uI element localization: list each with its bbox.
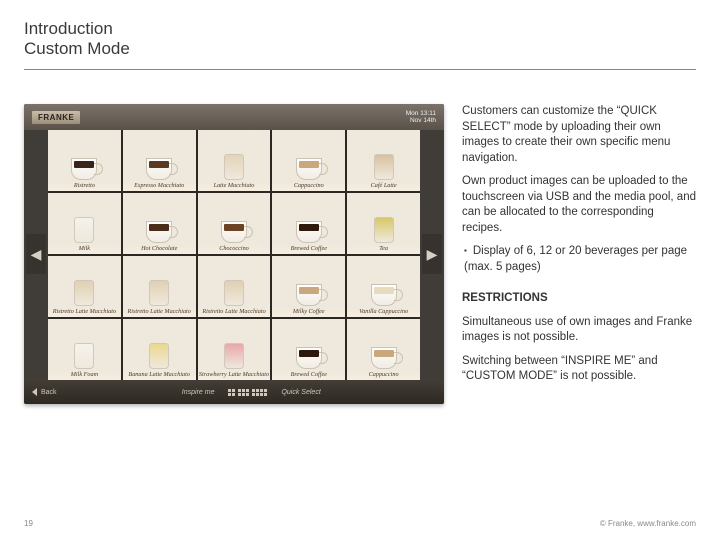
beverage-cell[interactable]: Ristretto Latte Macchiato [48,256,121,317]
glass-icon [74,280,94,306]
glass-icon [149,343,169,369]
brand-badge: FRANKE [32,111,80,124]
beverage-label: Brewed Coffee [272,245,345,255]
glass-icon [74,217,94,243]
chevron-right-icon[interactable]: ▶ [422,234,442,274]
beverage-cell[interactable]: Espresso Macchiato [123,130,196,191]
beverage-label: Milk Foam [48,371,121,381]
beverage-label: Milk [48,245,121,255]
beverage-cell[interactable]: Ristretto Latte Macchiato [198,256,271,317]
beverage-grid: RistrettoEspresso MacchiatoLatte Macchia… [48,130,420,380]
cup-icon [371,284,397,306]
beverage-cell[interactable]: Chococcino [198,193,271,254]
glass-icon [374,154,394,180]
beverage-cell[interactable]: Milk [48,193,121,254]
cup-icon [296,221,322,243]
back-label: Back [41,389,57,396]
title-divider [24,69,696,70]
beverage-cell[interactable]: Tea [347,193,420,254]
beverage-label: Ristretto Latte Macchiato [48,308,121,318]
beverage-cell[interactable]: Ristretto [48,130,121,191]
beverage-cell[interactable]: Milky Coffee [272,256,345,317]
clock-date: Nov 14th [406,117,436,124]
beverage-cell[interactable]: Café Latte [347,130,420,191]
cup-icon [296,158,322,180]
clock: Mon 13:11 Nov 14th [406,110,436,124]
beverage-cell[interactable]: Banana Latte Macchiato [123,319,196,380]
beverage-cell[interactable]: Cappuccino [272,130,345,191]
beverage-cell[interactable]: Strawberry Latte Macchiato [198,319,271,380]
glass-icon [74,343,94,369]
beverage-label: Brewed Coffee [272,371,345,381]
copy-p1: Customers can customize the “QUICK SELEC… [462,104,696,166]
restriction-2: Switching between “INSPIRE ME” and “CUST… [462,354,696,385]
beverage-label: Ristretto Latte Macchiato [123,308,196,318]
beverage-cell[interactable]: Cappuccino [347,319,420,380]
beverage-label: Milky Coffee [272,308,345,318]
restriction-1: Simultaneous use of own images and Frank… [462,315,696,346]
beverage-label: Chococcino [198,245,271,255]
view-icons[interactable] [228,389,267,396]
beverage-cell[interactable]: Vanilla Cappuccino [347,256,420,317]
page-subtitle: Custom Mode [24,39,696,59]
glass-icon [224,154,244,180]
grid20-icon[interactable] [252,389,267,396]
grid12-icon[interactable] [238,389,249,396]
beverage-label: Espresso Macchiato [123,182,196,192]
beverage-label: Cappuccino [347,371,420,381]
beverage-label: Vanilla Cappuccino [347,308,420,318]
glass-icon [374,217,394,243]
screen-bottombar: Back Inspire me Quick Select [24,380,444,404]
copyright: © Franke, www.franke.com [600,519,696,528]
screen-topbar: FRANKE Mon 13:11 Nov 14th [24,104,444,130]
beverage-label: Latte Macchiato [198,182,271,192]
glass-icon [149,280,169,306]
chevron-left-icon[interactable]: ◀ [26,234,46,274]
cup-icon [296,284,322,306]
glass-icon [224,343,244,369]
grid6-icon[interactable] [228,389,235,396]
restrictions-heading: RESTRICTIONS [462,291,696,307]
cup-icon [71,158,97,180]
page-number: 19 [24,519,33,528]
cup-icon [146,158,172,180]
beverage-cell[interactable]: Hot Chocolate [123,193,196,254]
back-button[interactable]: Back [32,388,57,396]
touchscreen-mock: FRANKE Mon 13:11 Nov 14th ◀ ▶ RistrettoE… [24,104,444,404]
copy-p2: Own product images can be uploaded to th… [462,174,696,236]
beverage-cell[interactable]: Brewed Coffee [272,193,345,254]
beverage-label: Hot Chocolate [123,245,196,255]
beverage-cell[interactable]: Milk Foam [48,319,121,380]
cup-icon [371,347,397,369]
beverage-label: Café Latte [347,182,420,192]
beverage-label: Ristretto [48,182,121,192]
beverage-label: Cappuccino [272,182,345,192]
mode-quickselect[interactable]: Quick Select [281,389,320,396]
beverage-cell[interactable]: Latte Macchiato [198,130,271,191]
page-title: Introduction [24,18,696,39]
copy-bullet: Display of 6, 12 or 20 beverages per pag… [464,244,696,275]
beverage-label: Tea [347,245,420,255]
cup-icon [296,347,322,369]
glass-icon [224,280,244,306]
back-icon [32,388,37,396]
beverage-cell[interactable]: Brewed Coffee [272,319,345,380]
clock-time: Mon 13:11 [406,110,436,117]
description-copy: Customers can customize the “QUICK SELEC… [462,104,696,404]
mode-inspire[interactable]: Inspire me [182,389,215,396]
beverage-cell[interactable]: Ristretto Latte Macchiato [123,256,196,317]
cup-icon [221,221,247,243]
beverage-label: Ristretto Latte Macchiato [198,308,271,318]
beverage-label: Banana Latte Macchiato [123,371,196,381]
beverage-label: Strawberry Latte Macchiato [198,371,271,381]
cup-icon [146,221,172,243]
